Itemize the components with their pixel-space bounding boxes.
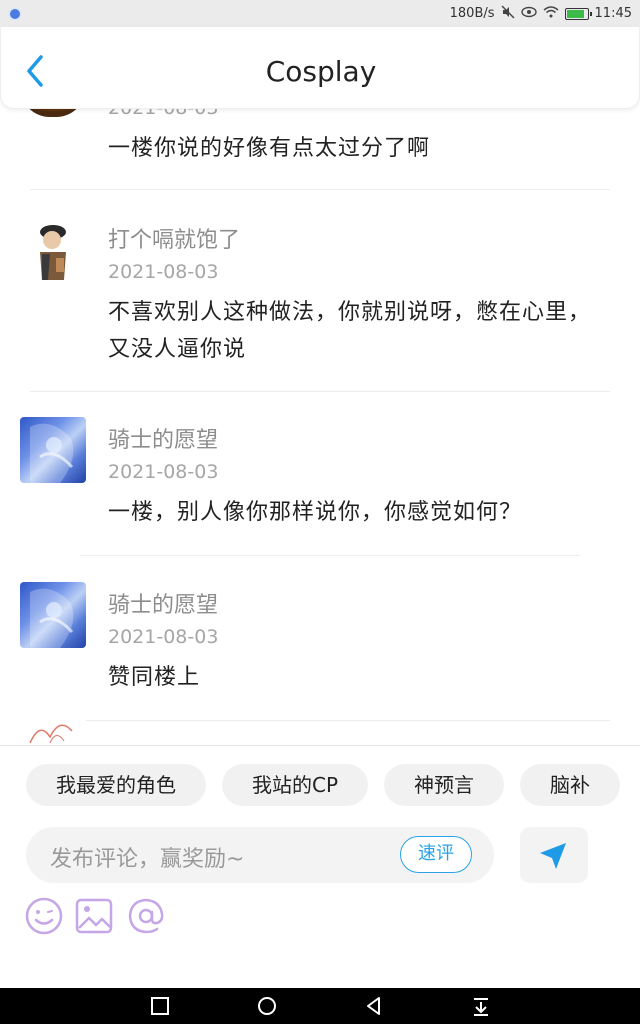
- comment-list[interactable]: 2021-08-03 一楼你说的好像有点太过分了啊 打个嗝就饱了 2021-08…: [0, 27, 640, 745]
- comment-text: 不喜欢别人这种做法，你就别说呀，憋在心里，又没人逼你说: [108, 300, 592, 362]
- wifi-icon: [543, 6, 559, 21]
- comment-input[interactable]: 发布评论，赢奖励~ 速评: [26, 827, 494, 883]
- eye-icon: [520, 6, 537, 21]
- chip-my-cp[interactable]: 我站的CP: [222, 764, 369, 806]
- comment-author[interactable]: 骑士的愿望: [108, 587, 218, 619]
- comment-date: 2021-08-03: [108, 461, 219, 483]
- chip-imagination[interactable]: 脑补: [520, 764, 621, 806]
- comment-author[interactable]: 打个嗝就饱了: [108, 222, 240, 254]
- divider: [30, 391, 610, 392]
- person-avatar-icon: [20, 218, 86, 284]
- comment-composer: 我最爱的角色 我站的CP 神预言 脑补 发布评论，赢奖励~ 速评: [0, 745, 640, 988]
- topic-chips: 我最爱的角色 我站的CP 神预言 脑补: [26, 764, 640, 806]
- send-icon: [540, 843, 566, 869]
- avatar[interactable]: [20, 582, 86, 648]
- comment-date: 2021-08-03: [108, 261, 219, 283]
- divider: [30, 189, 610, 190]
- notification-pull-icon: [474, 998, 488, 1016]
- quick-comment-button[interactable]: 速评: [400, 836, 472, 873]
- avatar[interactable]: [20, 218, 86, 284]
- clock: 11:45: [594, 6, 632, 21]
- notification-pull-button[interactable]: [470, 995, 492, 1017]
- mention-button[interactable]: [126, 896, 166, 936]
- anime-avatar-icon: [30, 423, 74, 483]
- back-icon: [367, 997, 380, 1015]
- home-button[interactable]: [256, 995, 278, 1017]
- mention-icon: [128, 898, 164, 934]
- emoji-button[interactable]: [24, 896, 64, 936]
- recents-button[interactable]: [149, 995, 171, 1017]
- comment-text: 一楼，别人像你那样说你，你感觉如何？: [108, 500, 523, 525]
- image-button[interactable]: [74, 896, 114, 936]
- recents-icon: [151, 997, 169, 1015]
- app-notification-icon: [8, 6, 22, 21]
- image-icon: [75, 898, 113, 934]
- mute-icon: [501, 5, 515, 22]
- divider: [80, 555, 580, 556]
- comment-date: 2021-08-03: [108, 626, 219, 648]
- comment-text: 赞同楼上: [108, 665, 201, 690]
- comment-input-placeholder: 发布评论，赢奖励~: [50, 847, 245, 872]
- divider: [30, 720, 610, 721]
- sketch-avatar-icon: [29, 724, 73, 744]
- system-nav-bar: [0, 988, 640, 1024]
- status-bar: 180B/s 11:45: [0, 0, 640, 27]
- comment-author[interactable]: 骑士的愿望: [108, 422, 218, 454]
- chip-prophecy[interactable]: 神预言: [384, 764, 505, 806]
- battery-icon: [564, 7, 592, 20]
- back-nav-button[interactable]: [363, 995, 385, 1017]
- avatar[interactable]: [20, 417, 86, 483]
- send-button[interactable]: [520, 827, 588, 883]
- page-title: Cosplay: [265, 55, 377, 88]
- anime-avatar-icon: [30, 588, 74, 648]
- net-speed: 180B/s: [449, 6, 495, 21]
- avatar[interactable]: [20, 717, 86, 745]
- comment-text: 一楼你说的好像有点太过分了啊: [108, 136, 431, 161]
- chip-favorite-character[interactable]: 我最爱的角色: [26, 764, 206, 806]
- home-icon: [258, 997, 276, 1015]
- emoji-icon: [25, 897, 63, 935]
- header: Cosplay: [0, 27, 640, 109]
